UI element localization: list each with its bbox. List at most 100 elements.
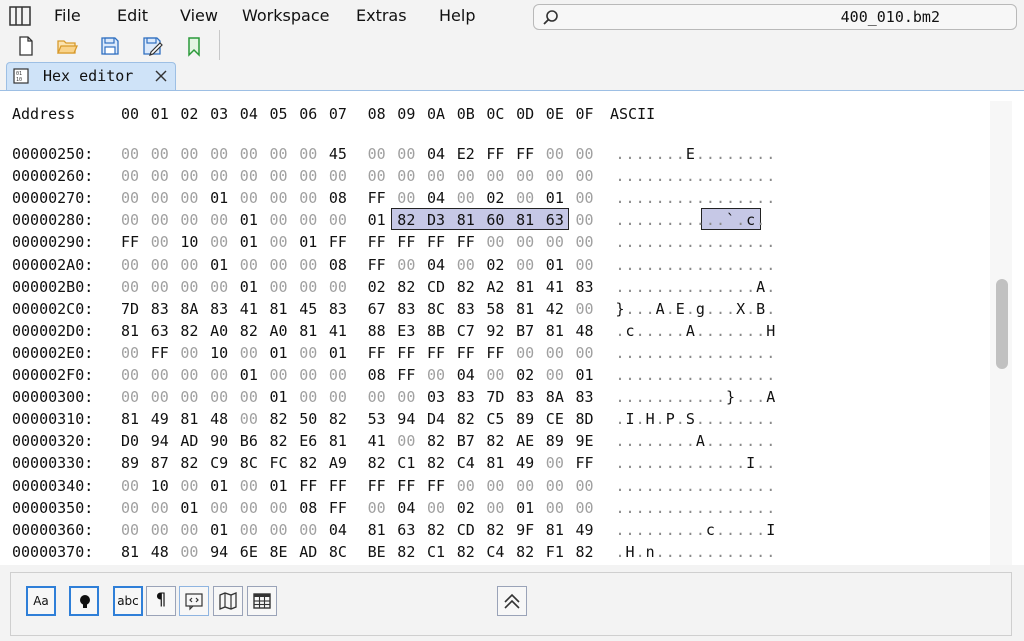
hex-byte[interactable]: 00 [121,278,141,296]
hex-row[interactable]: 00000350: 00 00 01 00 00 00 08 FF 00 04 00 02 00 01 00 0… [0,499,980,521]
hex-byte[interactable]: 00 [240,145,260,163]
hex-byte[interactable]: 81 [180,410,200,428]
hex-byte[interactable]: 01 [210,189,230,207]
hex-row[interactable]: 00000290: FF 00 10 00 01 00 01 FF FF FF FF FF 00 00 00 0… [0,233,980,255]
hex-byte[interactable]: 8C [329,543,349,561]
hex-byte[interactable]: 00 [368,499,388,517]
hex-byte[interactable]: C1 [397,454,417,472]
hex-byte[interactable]: 81 [121,543,141,561]
hex-byte[interactable]: 8B [427,322,447,340]
hex-byte[interactable]: 00 [368,167,388,185]
hex-byte[interactable]: 04 [427,145,447,163]
hex-byte[interactable]: 01 [180,499,200,517]
hex-byte[interactable]: FF [486,145,506,163]
code-tag-button[interactable] [179,586,209,616]
hex-byte[interactable]: 00 [270,278,290,296]
hex-byte[interactable]: 00 [180,145,200,163]
hex-byte[interactable]: 83 [151,300,171,318]
hex-byte[interactable]: 48 [151,543,171,561]
hex-editor-view[interactable]: Address 00 01 02 03 04 05 06 07 08 09 0A 0B 0C 0D 0E 0F… [0,90,1024,565]
hex-byte[interactable]: 00 [299,366,319,384]
hex-byte[interactable]: 82 [516,543,536,561]
hex-byte[interactable]: 83 [329,300,349,318]
hex-byte[interactable]: 00 [576,256,596,274]
spellcheck-button[interactable]: abc [113,586,143,616]
search-field[interactable]: 400_010.bm2 [533,4,1017,30]
hex-byte[interactable]: 81 [121,410,141,428]
hex-byte[interactable]: 00 [210,211,230,229]
hex-byte[interactable]: FF [516,145,536,163]
hex-byte[interactable]: 92 [486,322,506,340]
hex-byte[interactable]: 00 [516,189,536,207]
hex-byte[interactable]: 00 [516,233,536,251]
hex-byte[interactable]: 8C [240,454,260,472]
hex-byte[interactable]: 00 [546,454,566,472]
hex-byte[interactable]: 01 [210,477,230,495]
hex-row[interactable]: 000002D0: 81 63 82 A0 82 A0 81 41 88 E3 8B C7 92 B7 81 4… [0,322,980,344]
hex-byte[interactable]: FF [151,344,171,362]
hex-byte[interactable]: 01 [210,256,230,274]
hex-byte[interactable]: 82 [576,543,596,561]
hex-byte[interactable]: 00 [121,477,141,495]
hex-byte[interactable]: 01 [299,233,319,251]
hex-byte[interactable]: 00 [180,189,200,207]
hex-byte[interactable]: 82 [427,432,447,450]
hex-byte[interactable]: 00 [486,167,506,185]
hex-byte[interactable]: 48 [576,322,596,340]
hex-byte[interactable]: CD [457,521,477,539]
hex-byte[interactable]: 00 [486,233,506,251]
hex-byte[interactable]: 01 [240,366,260,384]
hex-byte[interactable]: 00 [210,366,230,384]
hex-byte[interactable]: 00 [299,278,319,296]
hex-byte[interactable]: 02 [368,278,388,296]
hex-byte[interactable]: 00 [576,211,596,229]
hex-byte[interactable]: 00 [397,432,417,450]
hex-byte[interactable]: 82 [368,454,388,472]
hex-byte[interactable]: 00 [210,388,230,406]
hex-byte[interactable]: 00 [151,256,171,274]
hex-byte[interactable]: 00 [270,189,290,207]
hex-byte[interactable]: 94 [210,543,230,561]
lightbulb-button[interactable] [69,586,99,616]
hex-byte[interactable]: 00 [270,145,290,163]
hex-byte[interactable]: 00 [427,167,447,185]
hex-byte[interactable]: 00 [427,499,447,517]
hex-byte[interactable]: D4 [427,410,447,428]
hex-byte[interactable]: 81 [368,521,388,539]
hex-byte[interactable]: FF [368,344,388,362]
hex-byte[interactable]: 00 [397,189,417,207]
tab-hex-editor[interactable]: 01 10 Hex editor [6,62,176,90]
hex-byte[interactable]: 00 [546,167,566,185]
hex-byte[interactable]: 9F [516,521,536,539]
hex-byte[interactable]: 00 [151,189,171,207]
hex-byte[interactable]: 00 [457,256,477,274]
hex-byte[interactable]: 00 [151,278,171,296]
hex-byte[interactable]: 83 [516,388,536,406]
hex-byte[interactable]: 00 [180,211,200,229]
hex-byte[interactable]: FF [397,477,417,495]
hex-byte[interactable]: C7 [457,322,477,340]
hex-byte[interactable]: 00 [486,366,506,384]
hex-byte[interactable]: 00 [576,499,596,517]
hex-byte[interactable]: 00 [516,167,536,185]
hex-byte[interactable]: 53 [368,410,388,428]
hex-byte[interactable]: 81 [121,322,141,340]
hex-byte[interactable]: 48 [210,410,230,428]
hex-byte[interactable]: B6 [240,432,260,450]
hex-byte[interactable]: 03 [427,388,447,406]
hex-byte[interactable]: 01 [210,521,230,539]
hex-byte[interactable]: 00 [299,211,319,229]
hex-byte[interactable]: AE [516,432,536,450]
hex-byte[interactable]: FF [397,233,417,251]
hex-byte[interactable]: 63 [151,322,171,340]
hex-byte[interactable]: FF [486,344,506,362]
hex-byte[interactable]: 83 [576,278,596,296]
hex-byte[interactable]: 00 [457,189,477,207]
hex-byte[interactable]: FF [299,477,319,495]
hex-byte[interactable]: 00 [180,543,200,561]
hex-byte[interactable]: FF [397,344,417,362]
hex-byte[interactable]: 00 [240,388,260,406]
hex-byte[interactable]: 8D [576,410,596,428]
hex-row[interactable]: 000002C0: 7D 83 8A 83 41 81 45 83 67 83 8C 83 58 81 42 0… [0,300,980,322]
hex-byte[interactable]: 00 [240,167,260,185]
